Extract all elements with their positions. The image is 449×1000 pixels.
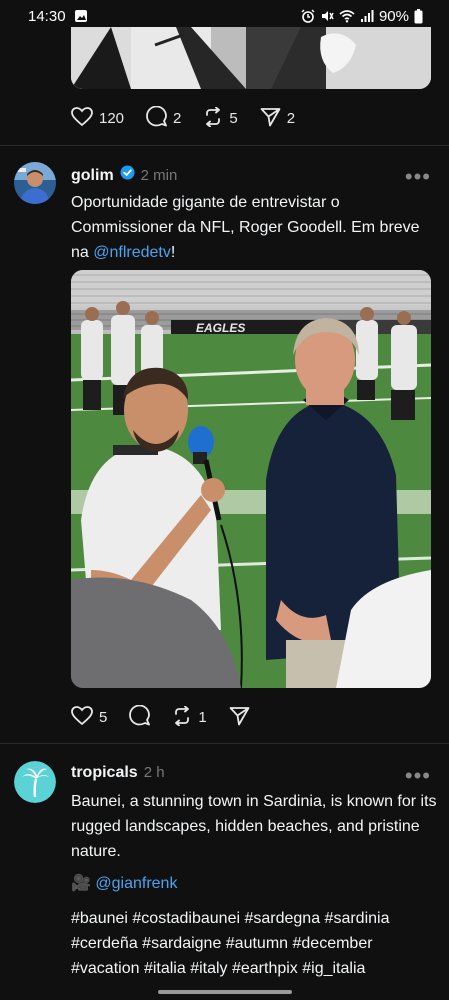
mention-link[interactable]: @nflredetv <box>93 244 171 261</box>
share-button[interactable]: 2 <box>260 107 295 131</box>
golim-post-header: golim 2 min <box>71 165 177 185</box>
mention-link[interactable]: @gianfrenk <box>95 875 177 892</box>
battery-level: 90% <box>378 7 409 25</box>
alarm-icon <box>301 9 315 23</box>
golim-text-end: ! <box>170 244 176 261</box>
reply-count: 2 <box>173 110 182 127</box>
repost-icon <box>172 705 192 730</box>
post-divider <box>0 145 449 146</box>
share-button[interactable] <box>229 706 250 730</box>
golim-post-image[interactable]: EAGLES <box>71 270 431 688</box>
like-button[interactable]: 5 <box>71 705 108 730</box>
more-options-icon[interactable]: ••• <box>405 166 431 188</box>
home-gesture-bar[interactable] <box>158 990 292 994</box>
repost-count: 5 <box>229 110 238 127</box>
wifi-icon <box>339 9 355 23</box>
golim-post-actions: 5 1 <box>71 704 250 730</box>
clock: 14:30 <box>28 7 66 25</box>
golim-post-time: 2 min <box>140 167 178 184</box>
like-count: 120 <box>99 110 125 127</box>
heart-icon <box>71 106 93 131</box>
battery-icon <box>414 8 423 24</box>
like-count: 5 <box>99 709 108 726</box>
tropicals-avatar[interactable] <box>14 761 56 803</box>
share-count: 2 <box>286 110 296 127</box>
camera-emoji-icon: 🎥 <box>71 875 91 892</box>
send-icon <box>229 706 250 730</box>
repost-icon <box>203 106 223 131</box>
gallery-notification-icon <box>74 9 88 23</box>
post-divider <box>0 743 449 744</box>
mute-icon <box>320 9 334 23</box>
like-button[interactable]: 120 <box>71 106 125 131</box>
comment-icon <box>129 704 151 730</box>
golim-avatar[interactable] <box>14 162 56 204</box>
signal-icon <box>360 9 374 23</box>
repost-button[interactable]: 1 <box>172 705 207 730</box>
previous-post-image[interactable] <box>71 27 431 89</box>
tropicals-credit: 🎥 @gianfrenk <box>71 871 439 896</box>
tropicals-hashtags[interactable]: #baunei #costadibaunei #sardegna #sardin… <box>71 906 439 981</box>
reply-button[interactable] <box>129 704 151 730</box>
heart-icon <box>71 705 93 730</box>
tropicals-post-header: tropicals 2 h <box>71 764 165 782</box>
send-icon <box>260 107 281 131</box>
previous-post-actions: 120 2 5 2 <box>71 105 295 131</box>
more-options-icon[interactable]: ••• <box>405 765 431 787</box>
repost-count: 1 <box>198 709 207 726</box>
tropicals-post-text: Baunei, a stunning town in Sardinia, is … <box>71 793 437 860</box>
tropicals-post-time: 2 h <box>143 764 165 781</box>
repost-button[interactable]: 5 <box>203 106 238 131</box>
reply-button[interactable]: 2 <box>146 105 182 131</box>
tropicals-username[interactable]: tropicals <box>71 764 138 782</box>
golim-username[interactable]: golim <box>71 167 114 185</box>
comment-icon <box>146 105 167 131</box>
golim-post-text: Oportunidade gigante de entrevistar o Co… <box>71 190 439 265</box>
verified-badge-icon <box>120 165 135 185</box>
stadium-banner-text: EAGLES <box>196 321 245 335</box>
